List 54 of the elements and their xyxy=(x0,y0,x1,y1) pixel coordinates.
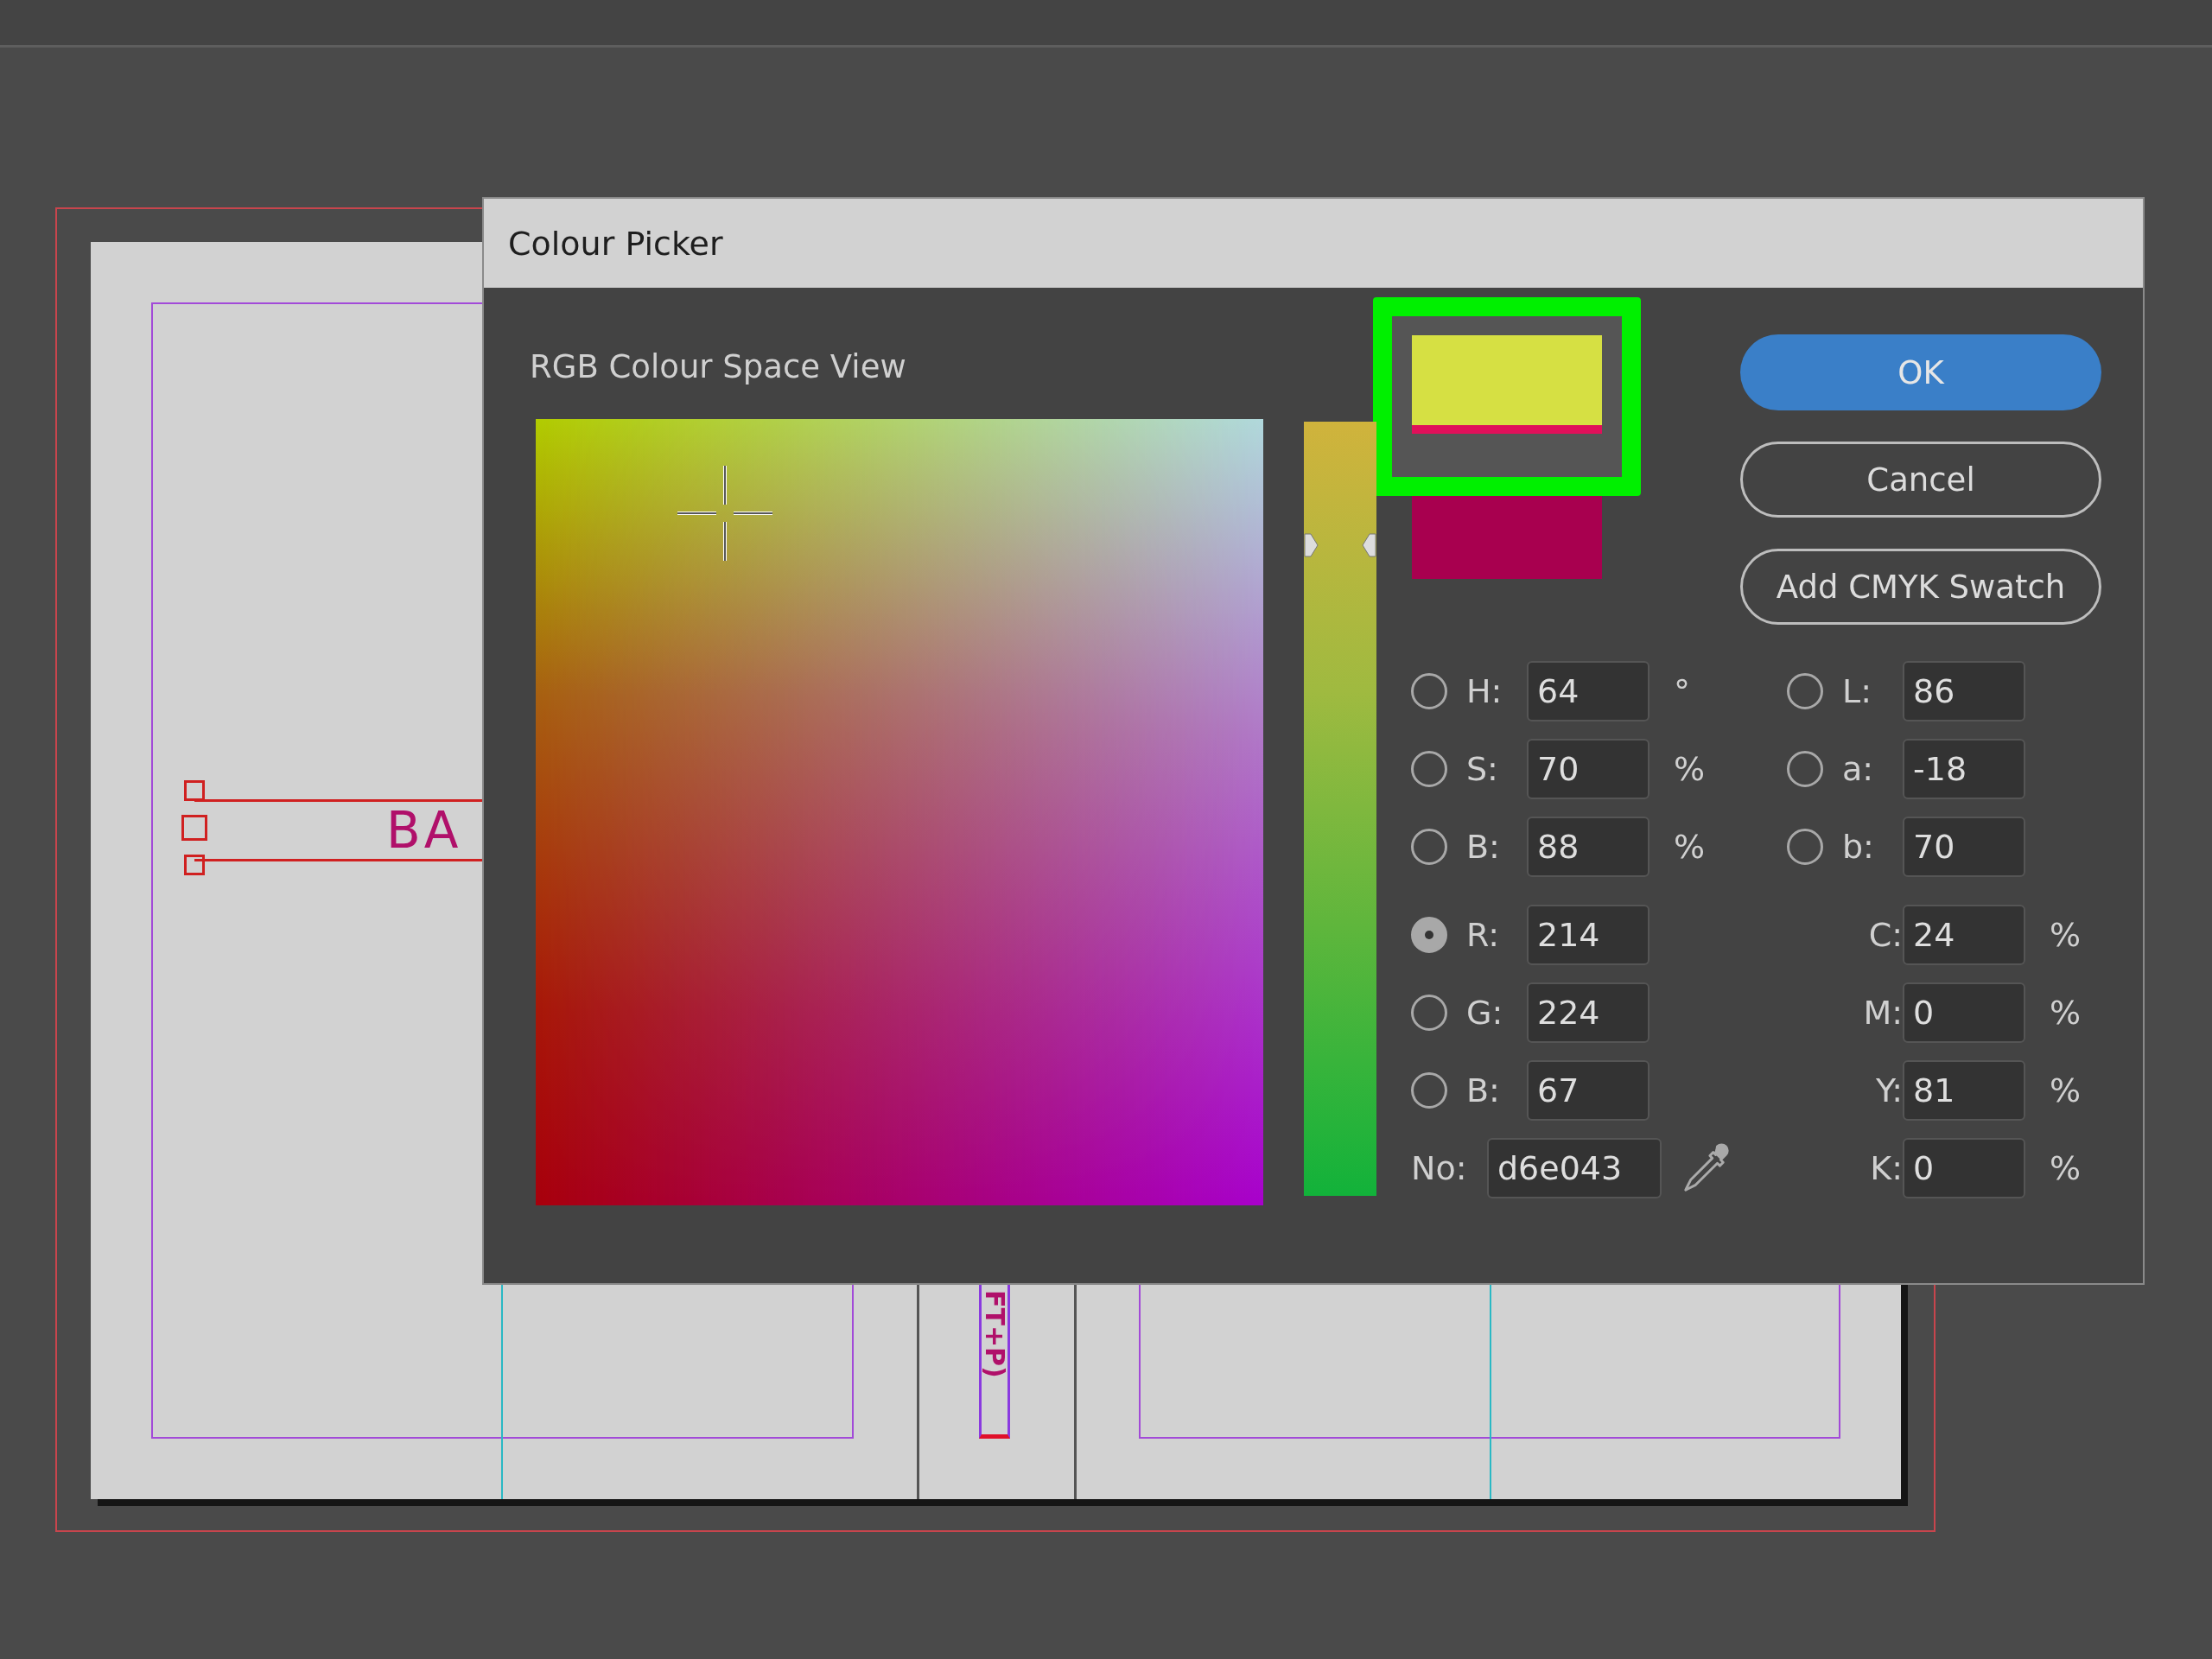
field-label: M: xyxy=(1862,994,1903,1032)
frame-handles-icon[interactable] xyxy=(182,780,207,875)
dialog-title: Colour Picker xyxy=(508,224,723,263)
slider-thumb-icon[interactable] xyxy=(1304,532,1376,559)
input-field[interactable]: 81 xyxy=(1903,1060,2025,1121)
field-label: G: xyxy=(1466,994,1504,1032)
radio-button[interactable] xyxy=(1411,1072,1447,1109)
field-label: L: xyxy=(1842,672,1872,710)
field-label: B: xyxy=(1466,1071,1501,1109)
field-label: a: xyxy=(1842,750,1875,788)
radio-button[interactable] xyxy=(1411,995,1447,1031)
field-label: b: xyxy=(1842,828,1875,866)
input-field[interactable]: -18 xyxy=(1903,739,2025,799)
input-field[interactable]: 64 xyxy=(1527,661,1649,721)
unit-label: % xyxy=(1674,750,1706,788)
unit-label: % xyxy=(2050,916,2082,954)
radio-button[interactable] xyxy=(1411,917,1447,953)
input-field[interactable]: 88 xyxy=(1527,817,1649,877)
view-label: RGB Colour Space View xyxy=(530,348,907,387)
radio-button[interactable] xyxy=(1787,751,1823,787)
input-field[interactable]: 86 xyxy=(1903,661,2025,721)
unit-label: ° xyxy=(1674,672,1690,710)
field-label: Y: xyxy=(1875,1071,1903,1109)
field-label: No: xyxy=(1411,1149,1468,1187)
radio-button[interactable] xyxy=(1411,751,1447,787)
field-label: S: xyxy=(1466,750,1499,788)
radio-button[interactable] xyxy=(1411,673,1447,709)
dialog-button[interactable]: Add CMYK Swatch xyxy=(1740,549,2101,625)
input-field[interactable]: 70 xyxy=(1903,817,2025,877)
field-label: B: xyxy=(1466,828,1501,866)
input-field[interactable]: 24 xyxy=(1903,905,2025,965)
frame-text: BA xyxy=(386,804,462,856)
hex-input-field[interactable]: d6e043 xyxy=(1487,1138,1662,1198)
input-field[interactable]: 0 xyxy=(1903,1138,2025,1198)
radio-button[interactable] xyxy=(1411,829,1447,865)
input-field[interactable]: 214 xyxy=(1527,905,1649,965)
input-field[interactable]: 67 xyxy=(1527,1060,1649,1121)
vertical-frame-text: FT+P) xyxy=(982,1290,1007,1378)
input-field[interactable]: 70 xyxy=(1527,739,1649,799)
field-label: R: xyxy=(1466,916,1501,954)
unit-label: % xyxy=(2050,994,2082,1032)
unit-label: % xyxy=(2050,1071,2082,1109)
crosshair-icon[interactable] xyxy=(677,466,772,562)
radio-button[interactable] xyxy=(1787,829,1823,865)
input-field[interactable]: 0 xyxy=(1903,982,2025,1043)
dialog-button[interactable]: Cancel xyxy=(1740,442,2101,518)
input-field[interactable]: 224 xyxy=(1527,982,1649,1043)
field-label: K: xyxy=(1869,1149,1903,1187)
unit-label: % xyxy=(2050,1149,2082,1187)
field-label: C: xyxy=(1867,916,1903,954)
radio-button[interactable] xyxy=(1787,673,1823,709)
colour-slider[interactable] xyxy=(1304,422,1376,1196)
field-label: H: xyxy=(1466,672,1503,710)
unit-label: % xyxy=(1674,828,1706,866)
